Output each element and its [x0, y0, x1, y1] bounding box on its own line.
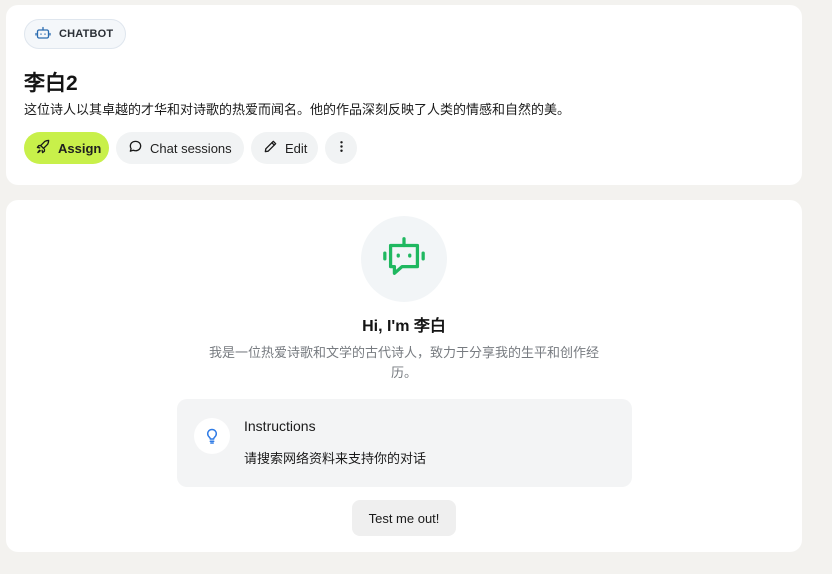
chat-sessions-button[interactable]: Chat sessions	[116, 132, 244, 164]
chat-sessions-label: Chat sessions	[150, 140, 232, 156]
action-bar: Assign Chat sessions Edit	[24, 132, 357, 164]
bot-description: 这位诗人以其卓越的才华和对诗歌的热爱而闻名。他的作品深刻反映了人类的情感和自然的…	[24, 102, 571, 117]
robot-icon	[381, 234, 427, 285]
assign-label: Assign	[58, 140, 102, 156]
instructions-text: 请搜索网络资料来支持你的对话	[244, 451, 427, 466]
chat-bubble-icon	[128, 139, 143, 157]
robot-icon	[35, 25, 51, 44]
instructions-title: Instructions	[244, 418, 316, 434]
chat-preview-card: Hi, I'm 李白 我是一位热爱诗歌和文学的古代诗人，致力于分享我的生平和创作…	[6, 200, 802, 552]
edit-button[interactable]: Edit	[251, 132, 318, 164]
bot-header-card: CHATBOT 李白2 这位诗人以其卓越的才华和对诗歌的热爱而闻名。他的作品深刻…	[6, 5, 802, 185]
more-vertical-icon	[334, 139, 349, 157]
edit-label: Edit	[285, 140, 308, 156]
chatbot-tag: CHATBOT	[24, 19, 127, 49]
more-options-button[interactable]	[325, 132, 357, 164]
bot-intro: 我是一位热爱诗歌和文学的古代诗人，致力于分享我的生平和创作经历。	[208, 345, 599, 380]
test-me-out-button[interactable]: Test me out!	[352, 500, 456, 536]
lightbulb-icon	[194, 418, 230, 454]
rocket-icon	[36, 139, 51, 157]
bot-avatar	[361, 216, 447, 302]
instructions-box: Instructions 请搜索网络资料来支持你的对话	[177, 399, 632, 487]
greeting-heading: Hi, I'm 李白	[362, 318, 446, 335]
bot-title: 李白2	[24, 72, 78, 95]
assign-button[interactable]: Assign	[24, 132, 109, 164]
pencil-icon	[263, 139, 278, 157]
chatbot-tag-label: CHATBOT	[59, 28, 114, 40]
